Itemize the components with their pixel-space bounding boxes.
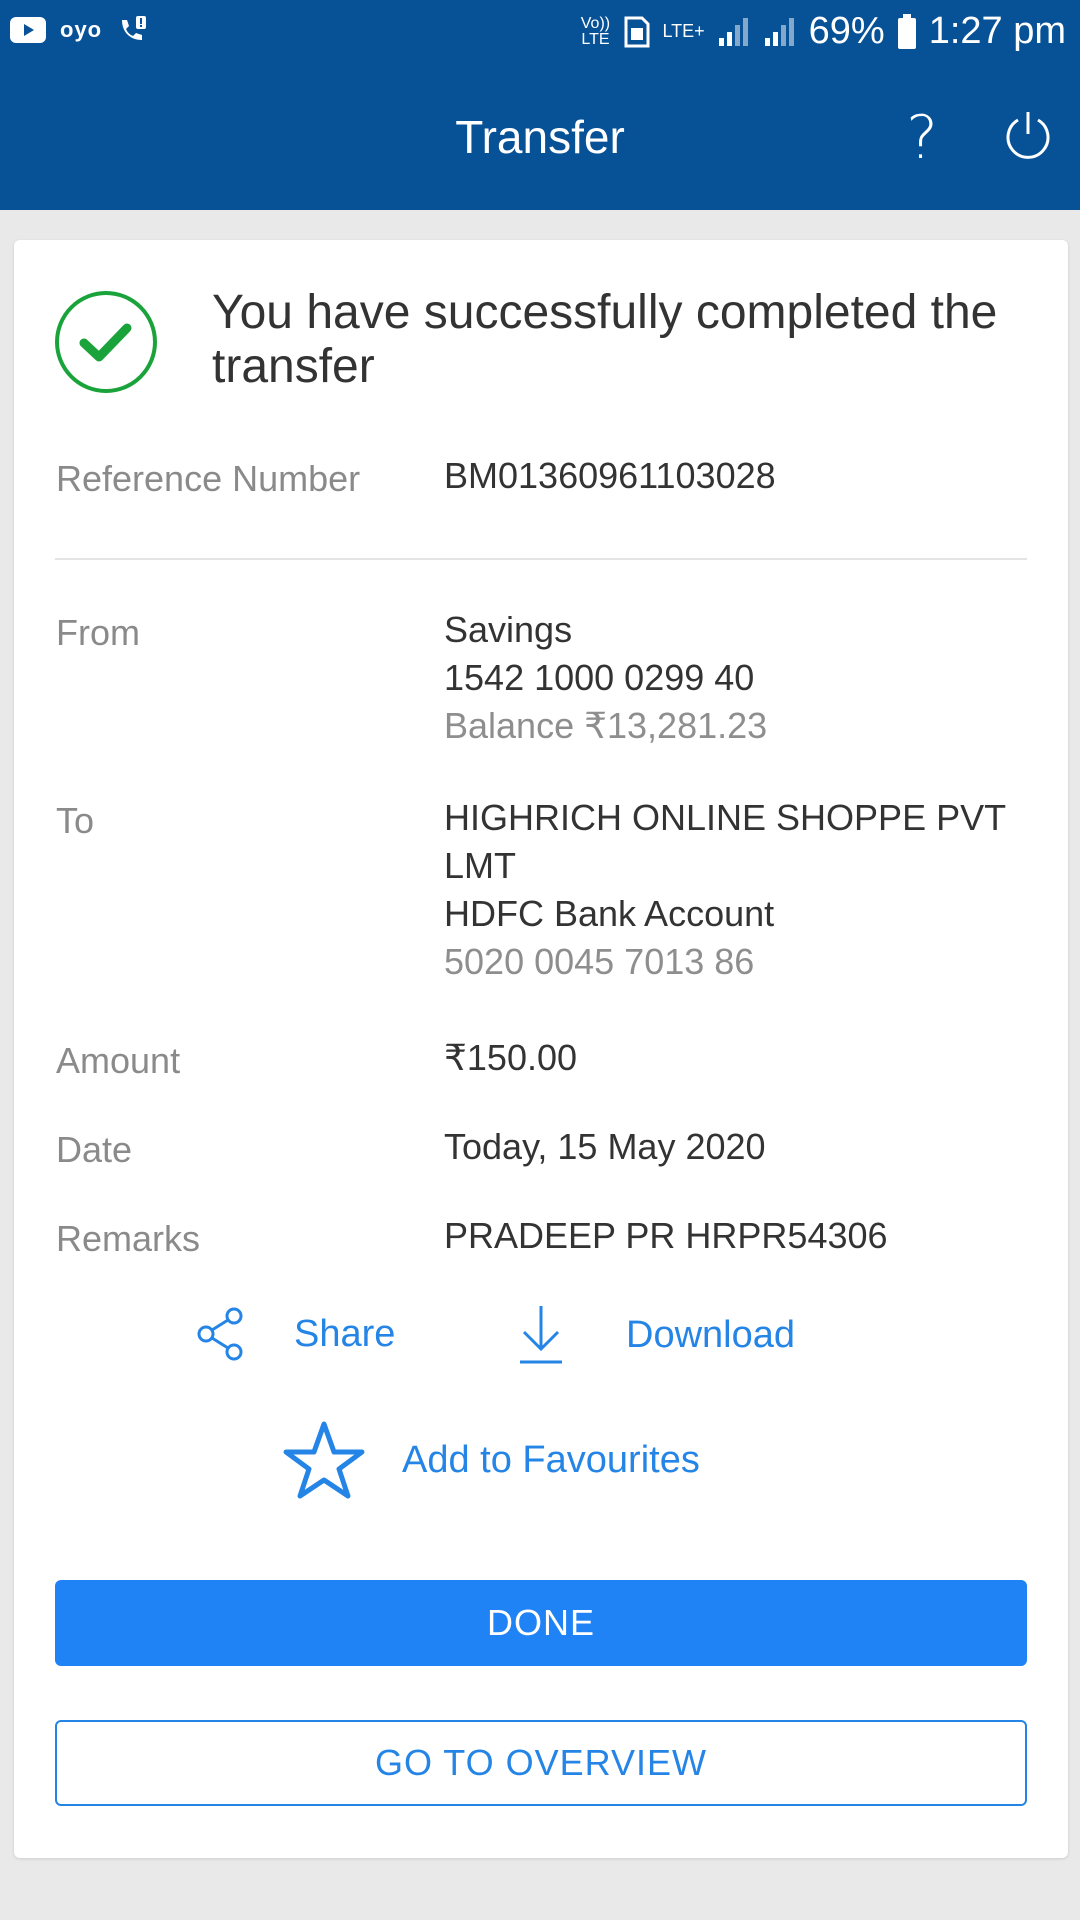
to-label: To bbox=[56, 800, 95, 841]
transfer-receipt-card: You have successfully completed the tran… bbox=[14, 240, 1068, 1858]
from-account-number: 1542 1000 0299 40 bbox=[444, 657, 755, 698]
from-value: Savings 1542 1000 0299 40 Balance ₹13,28… bbox=[444, 606, 1044, 750]
to-bank: HDFC Bank Account bbox=[444, 893, 775, 934]
remarks-label: Remarks bbox=[56, 1218, 201, 1259]
date-label: Date bbox=[56, 1129, 133, 1170]
to-payee-name: HIGHRICH ONLINE SHOPPE PVT LMT bbox=[444, 797, 1006, 886]
status-bar: oyo Vo)) LTE LTE+ 69% 1:27 pm bbox=[0, 0, 1080, 66]
call-alert-icon bbox=[122, 16, 147, 40]
clock: 1:27 pm bbox=[928, 10, 1066, 52]
battery-icon bbox=[897, 13, 916, 49]
reference-label: Reference Number bbox=[56, 458, 361, 499]
oyo-icon: oyo bbox=[60, 17, 103, 42]
share-label: Share bbox=[294, 1312, 396, 1355]
go-to-overview-button[interactable]: GO TO OVERVIEW bbox=[55, 1720, 1027, 1806]
amount-label: Amount bbox=[56, 1040, 181, 1081]
volte-icon: Vo)) LTE bbox=[580, 14, 611, 48]
amount-value: ₹150.00 bbox=[444, 1037, 578, 1078]
reference-value: BM01360961103028 bbox=[444, 455, 776, 496]
download-icon bbox=[520, 1306, 562, 1364]
done-button[interactable]: DONE bbox=[55, 1580, 1027, 1666]
share-icon bbox=[197, 1307, 243, 1361]
from-label: From bbox=[56, 612, 140, 653]
success-message: You have successfully completed the tran… bbox=[212, 286, 998, 393]
download-button[interactable]: Download bbox=[514, 1304, 795, 1366]
to-account-number: 5020 0045 7013 86 bbox=[444, 941, 755, 982]
sim-icon bbox=[624, 16, 650, 47]
favourites-label: Add to Favourites bbox=[402, 1438, 700, 1481]
date-value: Today, 15 May 2020 bbox=[444, 1126, 766, 1167]
status-bar-left: oyo bbox=[10, 14, 148, 46]
power-icon[interactable] bbox=[1000, 108, 1056, 164]
remarks-value: PRADEEP PR HRPR54306 bbox=[444, 1215, 888, 1256]
to-value: HIGHRICH ONLINE SHOPPE PVT LMT HDFC Bank… bbox=[444, 794, 1044, 986]
from-balance: Balance ₹13,281.23 bbox=[444, 705, 768, 746]
status-bar-right: Vo)) LTE LTE+ 69% 1:27 pm bbox=[578, 10, 1066, 53]
app-header: Transfer ? bbox=[0, 66, 1080, 210]
youtube-icon bbox=[10, 17, 46, 43]
help-icon[interactable]: ? bbox=[896, 104, 948, 172]
signal-icon bbox=[718, 17, 748, 46]
battery-percent: 69% bbox=[808, 10, 885, 52]
from-account-type: Savings bbox=[444, 609, 573, 650]
divider bbox=[55, 558, 1027, 560]
lte-plus-icon: LTE+ bbox=[662, 21, 705, 41]
star-icon bbox=[283, 1421, 365, 1499]
share-button[interactable]: Share bbox=[194, 1306, 395, 1362]
check-circle-icon bbox=[55, 291, 157, 393]
download-label: Download bbox=[626, 1313, 795, 1356]
add-to-favourites-button[interactable]: Add to Favourites bbox=[282, 1420, 700, 1500]
signal-icon-2 bbox=[764, 17, 794, 46]
